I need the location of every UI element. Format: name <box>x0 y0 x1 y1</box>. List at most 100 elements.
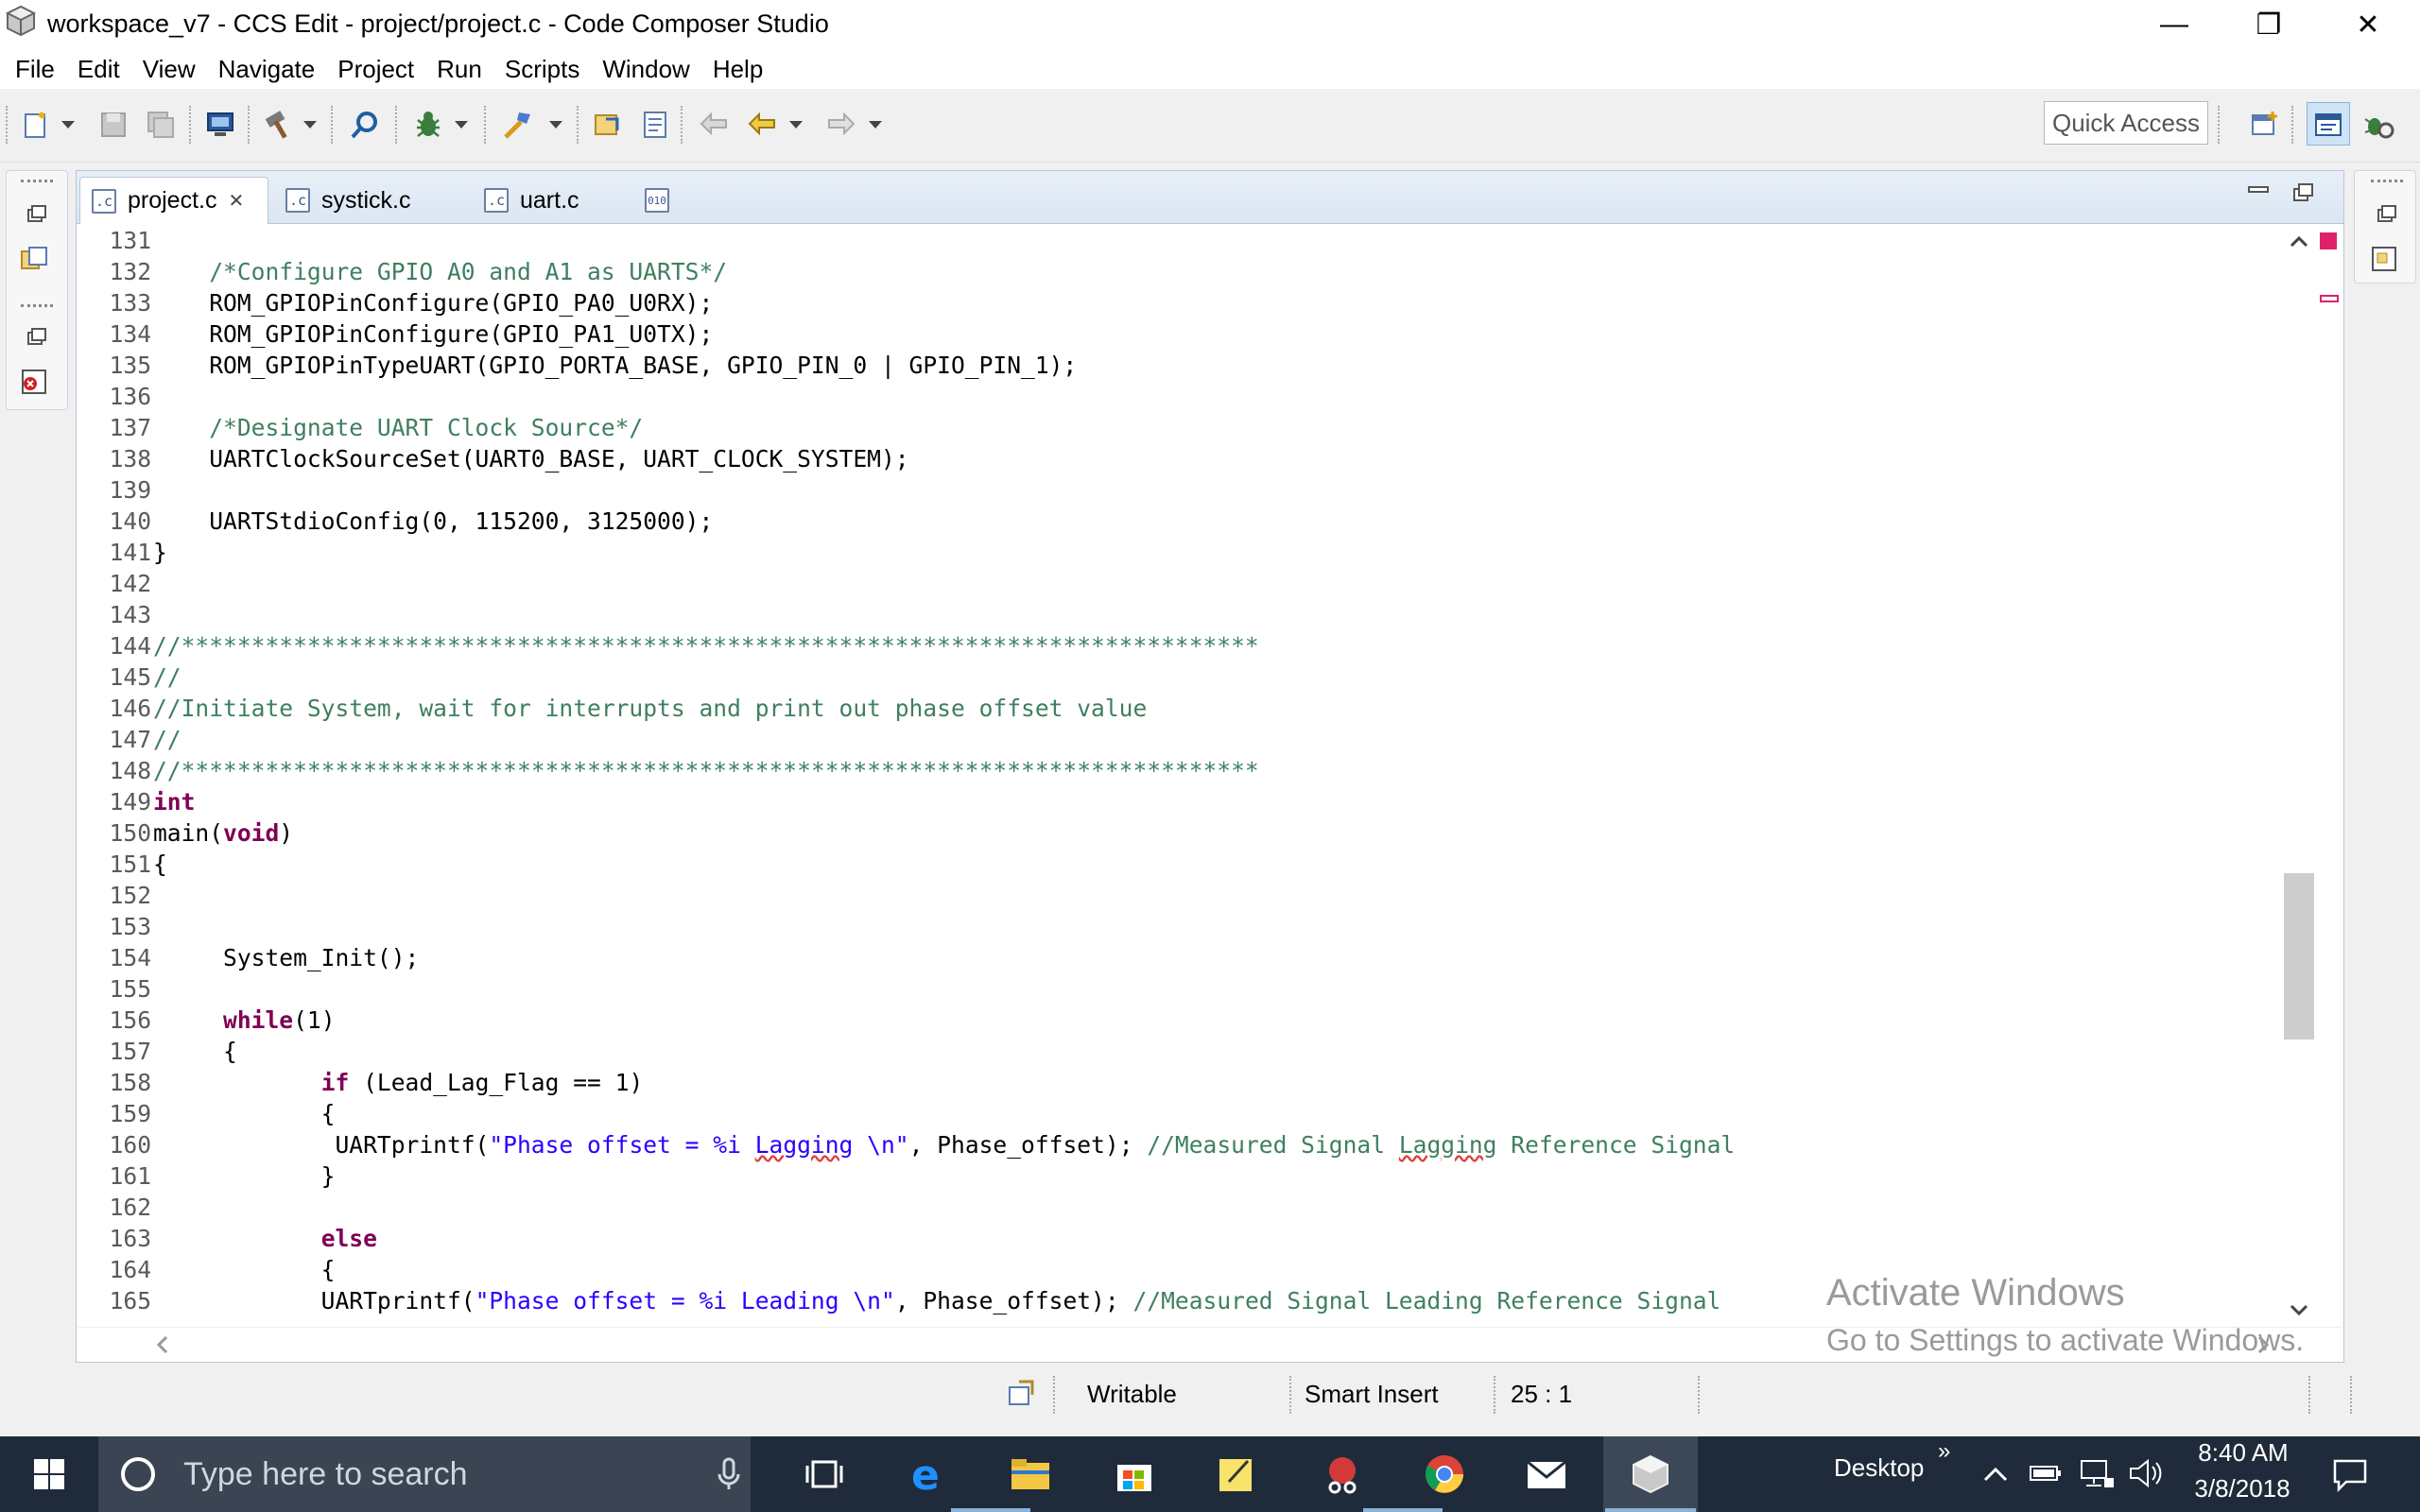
trim-grip <box>2371 180 2403 182</box>
menu-window[interactable]: Window <box>591 55 700 84</box>
menu-project[interactable]: Project <box>326 55 425 84</box>
restore-view-icon[interactable] <box>19 319 53 353</box>
line-text: ROM_GPIOPinConfigure(GPIO_PA1_U0TX); <box>153 320 714 348</box>
flash-icon[interactable] <box>501 108 535 142</box>
open-perspective-icon[interactable] <box>2248 108 2282 142</box>
build-dropdown-icon[interactable] <box>301 108 320 142</box>
forward-arrow-icon[interactable] <box>824 108 858 142</box>
action-center-icon[interactable] <box>2331 1455 2369 1493</box>
line-text: // <box>153 663 182 691</box>
debug-dropdown-icon[interactable] <box>452 108 471 142</box>
code-editor[interactable]: 131 132 /*Configure GPIO A0 and A1 as UAR… <box>78 225 2282 1327</box>
line-number: 153 <box>109 913 151 940</box>
scroll-down-icon[interactable] <box>2286 1298 2312 1321</box>
maximize-editor-icon[interactable] <box>2291 181 2316 204</box>
error-marker-icon[interactable] <box>2320 232 2337 249</box>
line-text: ROM_GPIOPinConfigure(GPIO_PA0_U0RX); <box>153 289 714 317</box>
toolbar-separator <box>189 106 191 144</box>
scroll-up-icon[interactable] <box>2286 231 2312 253</box>
restore-button[interactable]: ❐ <box>2221 0 2316 49</box>
mail-icon[interactable] <box>1499 1436 1594 1512</box>
open-type-icon[interactable] <box>591 108 625 142</box>
target-config-icon[interactable] <box>1006 1378 1038 1410</box>
minimize-button[interactable]: — <box>2127 0 2221 49</box>
line-text: //**************************************… <box>153 757 1259 784</box>
last-edit-icon[interactable] <box>697 108 731 142</box>
line-number: 151 <box>109 850 151 878</box>
line-number: 144 <box>109 632 151 660</box>
vertical-scrollbar[interactable] <box>2282 225 2316 1327</box>
toolbar-separator <box>395 106 397 144</box>
menu-file[interactable]: File <box>4 55 66 84</box>
tab-binary-file[interactable]: 010 <box>633 177 709 224</box>
menu-help[interactable]: Help <box>701 55 774 84</box>
save-all-icon[interactable] <box>144 108 178 142</box>
forward-dropdown-icon[interactable] <box>866 108 885 142</box>
svg-text:e: e <box>911 1453 940 1495</box>
menu-edit[interactable]: Edit <box>66 55 131 84</box>
menu-run[interactable]: Run <box>425 55 493 84</box>
search-icon[interactable] <box>348 108 382 142</box>
new-icon[interactable] <box>19 108 53 142</box>
desktop-toolbar-label[interactable]: Desktop <box>1834 1453 1924 1483</box>
close-tab-icon[interactable]: ✕ <box>228 189 244 213</box>
toolbar-separator <box>2291 106 2293 144</box>
close-button[interactable]: ✕ <box>2321 0 2415 49</box>
microphone-icon[interactable] <box>715 1455 743 1493</box>
restore-view-icon[interactable] <box>19 197 53 231</box>
menu-view[interactable]: View <box>131 55 207 84</box>
edge-browser-icon[interactable]: e <box>881 1436 976 1512</box>
tab-uart-c[interactable]: .c uart.c <box>473 177 624 224</box>
build-hammer-icon[interactable] <box>262 108 296 142</box>
line-number: 152 <box>109 882 151 909</box>
debug-bug-icon[interactable] <box>411 108 445 142</box>
clock-date[interactable]: 3/8/2018 <box>2186 1474 2299 1503</box>
volume-icon[interactable] <box>2127 1457 2165 1489</box>
show-hidden-icons[interactable] <box>1981 1461 2010 1486</box>
clock-time[interactable]: 8:40 AM <box>2191 1438 2295 1468</box>
line-text: if (Lead_Lag_Flag == 1) <box>320 1069 644 1096</box>
chrome-browser-icon[interactable] <box>1397 1436 1492 1512</box>
line-number: 133 <box>109 289 151 317</box>
outline-view-icon[interactable] <box>2367 242 2401 276</box>
new-dropdown-icon[interactable] <box>59 108 78 142</box>
open-resource-icon[interactable] <box>638 108 672 142</box>
sticky-notes-icon[interactable] <box>1189 1436 1284 1512</box>
file-explorer-icon[interactable] <box>983 1436 1078 1512</box>
tab-project-c[interactable]: .c project.c ✕ <box>79 177 268 224</box>
battery-icon[interactable] <box>2029 1461 2063 1486</box>
line-text: { <box>153 1100 336 1127</box>
problems-view-icon[interactable] <box>17 365 51 399</box>
snipping-tool-icon[interactable] <box>1295 1436 1390 1512</box>
scroll-left-icon[interactable] <box>151 1332 174 1357</box>
taskbar-search-box[interactable]: Type here to search <box>98 1436 751 1512</box>
save-icon[interactable] <box>96 108 130 142</box>
warning-marker-icon[interactable] <box>2320 295 2339 302</box>
menu-navigate[interactable]: Navigate <box>207 55 327 84</box>
network-icon[interactable] <box>2078 1457 2116 1489</box>
line-number: 155 <box>109 975 151 1003</box>
back-dropdown-icon[interactable] <box>786 108 805 142</box>
line-text: UARTprintf("Phase offset = %i Leading \n… <box>153 1287 1721 1314</box>
ccs-app-icon[interactable] <box>4 4 38 38</box>
quick-access-field[interactable]: Quick Access <box>2044 101 2208 145</box>
minimize-editor-icon[interactable] <box>2246 181 2271 200</box>
back-arrow-icon[interactable] <box>745 108 779 142</box>
restore-view-icon[interactable] <box>2369 197 2403 231</box>
c-file-icon: .c <box>92 188 116 214</box>
scrollbar-thumb[interactable] <box>2284 873 2314 1040</box>
menu-scripts[interactable]: Scripts <box>493 55 591 84</box>
store-icon[interactable] <box>1087 1436 1182 1512</box>
flash-dropdown-icon[interactable] <box>546 108 565 142</box>
binary-file-icon: 010 <box>645 188 669 213</box>
toolbar-expand-icon[interactable]: » <box>1938 1438 1950 1465</box>
tab-systick-c[interactable]: .c systick.c <box>274 177 463 224</box>
ccs-debug-perspective-icon[interactable] <box>2361 108 2395 142</box>
start-button[interactable] <box>2 1436 96 1512</box>
project-explorer-icon[interactable] <box>17 242 51 276</box>
line-number: 145 <box>109 663 151 691</box>
line-text: UARTprintf("Phase offset = %i Lagging \n… <box>153 1131 1736 1159</box>
task-view-icon[interactable] <box>777 1436 872 1512</box>
debug-config-icon[interactable] <box>203 108 237 142</box>
line-number: 143 <box>109 601 151 628</box>
